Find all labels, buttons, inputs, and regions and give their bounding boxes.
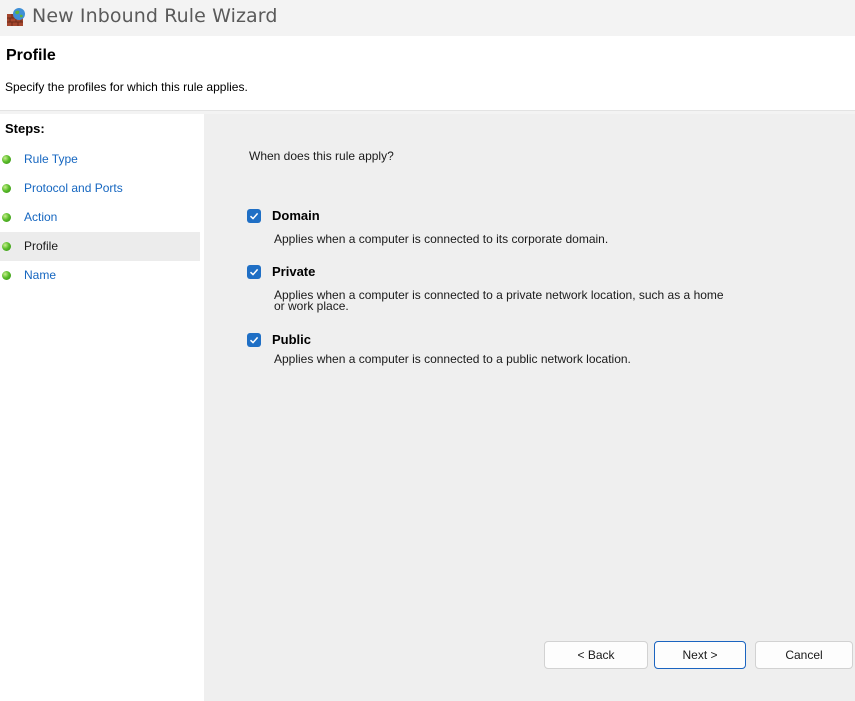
step-action[interactable]: Action [0, 203, 200, 232]
step-protocol-and-ports[interactable]: Protocol and Ports [0, 174, 200, 203]
steps-panel: Steps: Rule Type Protocol and Ports Acti… [0, 114, 204, 701]
public-label[interactable]: Public [272, 332, 311, 347]
step-name[interactable]: Name [0, 261, 200, 290]
step-label: Action [24, 210, 58, 224]
domain-description: Applies when a computer is connected to … [274, 232, 609, 246]
steps-list: Rule Type Protocol and Ports Action Prof… [0, 145, 204, 290]
private-checkbox[interactable] [247, 265, 261, 279]
checkmark-icon [249, 212, 259, 220]
private-description: Applies when a computer is connected to … [274, 288, 794, 313]
back-button[interactable]: < Back [544, 641, 648, 669]
step-label: Protocol and Ports [24, 181, 123, 195]
steps-title: Steps: [5, 121, 45, 136]
domain-label[interactable]: Domain [272, 208, 320, 223]
green-dot-icon [2, 155, 11, 164]
green-dot-icon [2, 184, 11, 193]
window-title: New Inbound Rule Wizard [32, 5, 278, 27]
next-button[interactable]: Next > [654, 641, 746, 669]
private-label[interactable]: Private [272, 264, 315, 279]
green-dot-icon [2, 213, 11, 222]
step-rule-type[interactable]: Rule Type [0, 145, 200, 174]
green-dot-icon [2, 242, 11, 251]
private-description-line2: or work place. [274, 299, 349, 313]
public-checkbox[interactable] [247, 333, 261, 347]
checkmark-icon [249, 268, 259, 276]
public-description: Applies when a computer is connected to … [274, 352, 631, 366]
wizard-content: When does this rule apply? Domain Applie… [204, 114, 855, 701]
domain-checkbox[interactable] [247, 209, 261, 223]
checkmark-icon [249, 336, 259, 344]
cancel-button[interactable]: Cancel [755, 641, 853, 669]
page-description: Specify the profiles for which this rule… [5, 80, 248, 94]
private-description-line1: Applies when a computer is connected to … [274, 288, 724, 302]
page-title: Profile [6, 47, 56, 64]
firewall-globe-icon [7, 8, 25, 26]
green-dot-icon [2, 271, 11, 280]
step-profile: Profile [0, 232, 200, 261]
step-label: Profile [24, 239, 59, 253]
step-label: Rule Type [24, 152, 78, 166]
question-text: When does this rule apply? [249, 149, 394, 163]
step-label: Name [24, 268, 57, 282]
title-bar: New Inbound Rule Wizard [0, 0, 855, 36]
wizard-header: Profile Specify the profiles for which t… [0, 36, 855, 111]
